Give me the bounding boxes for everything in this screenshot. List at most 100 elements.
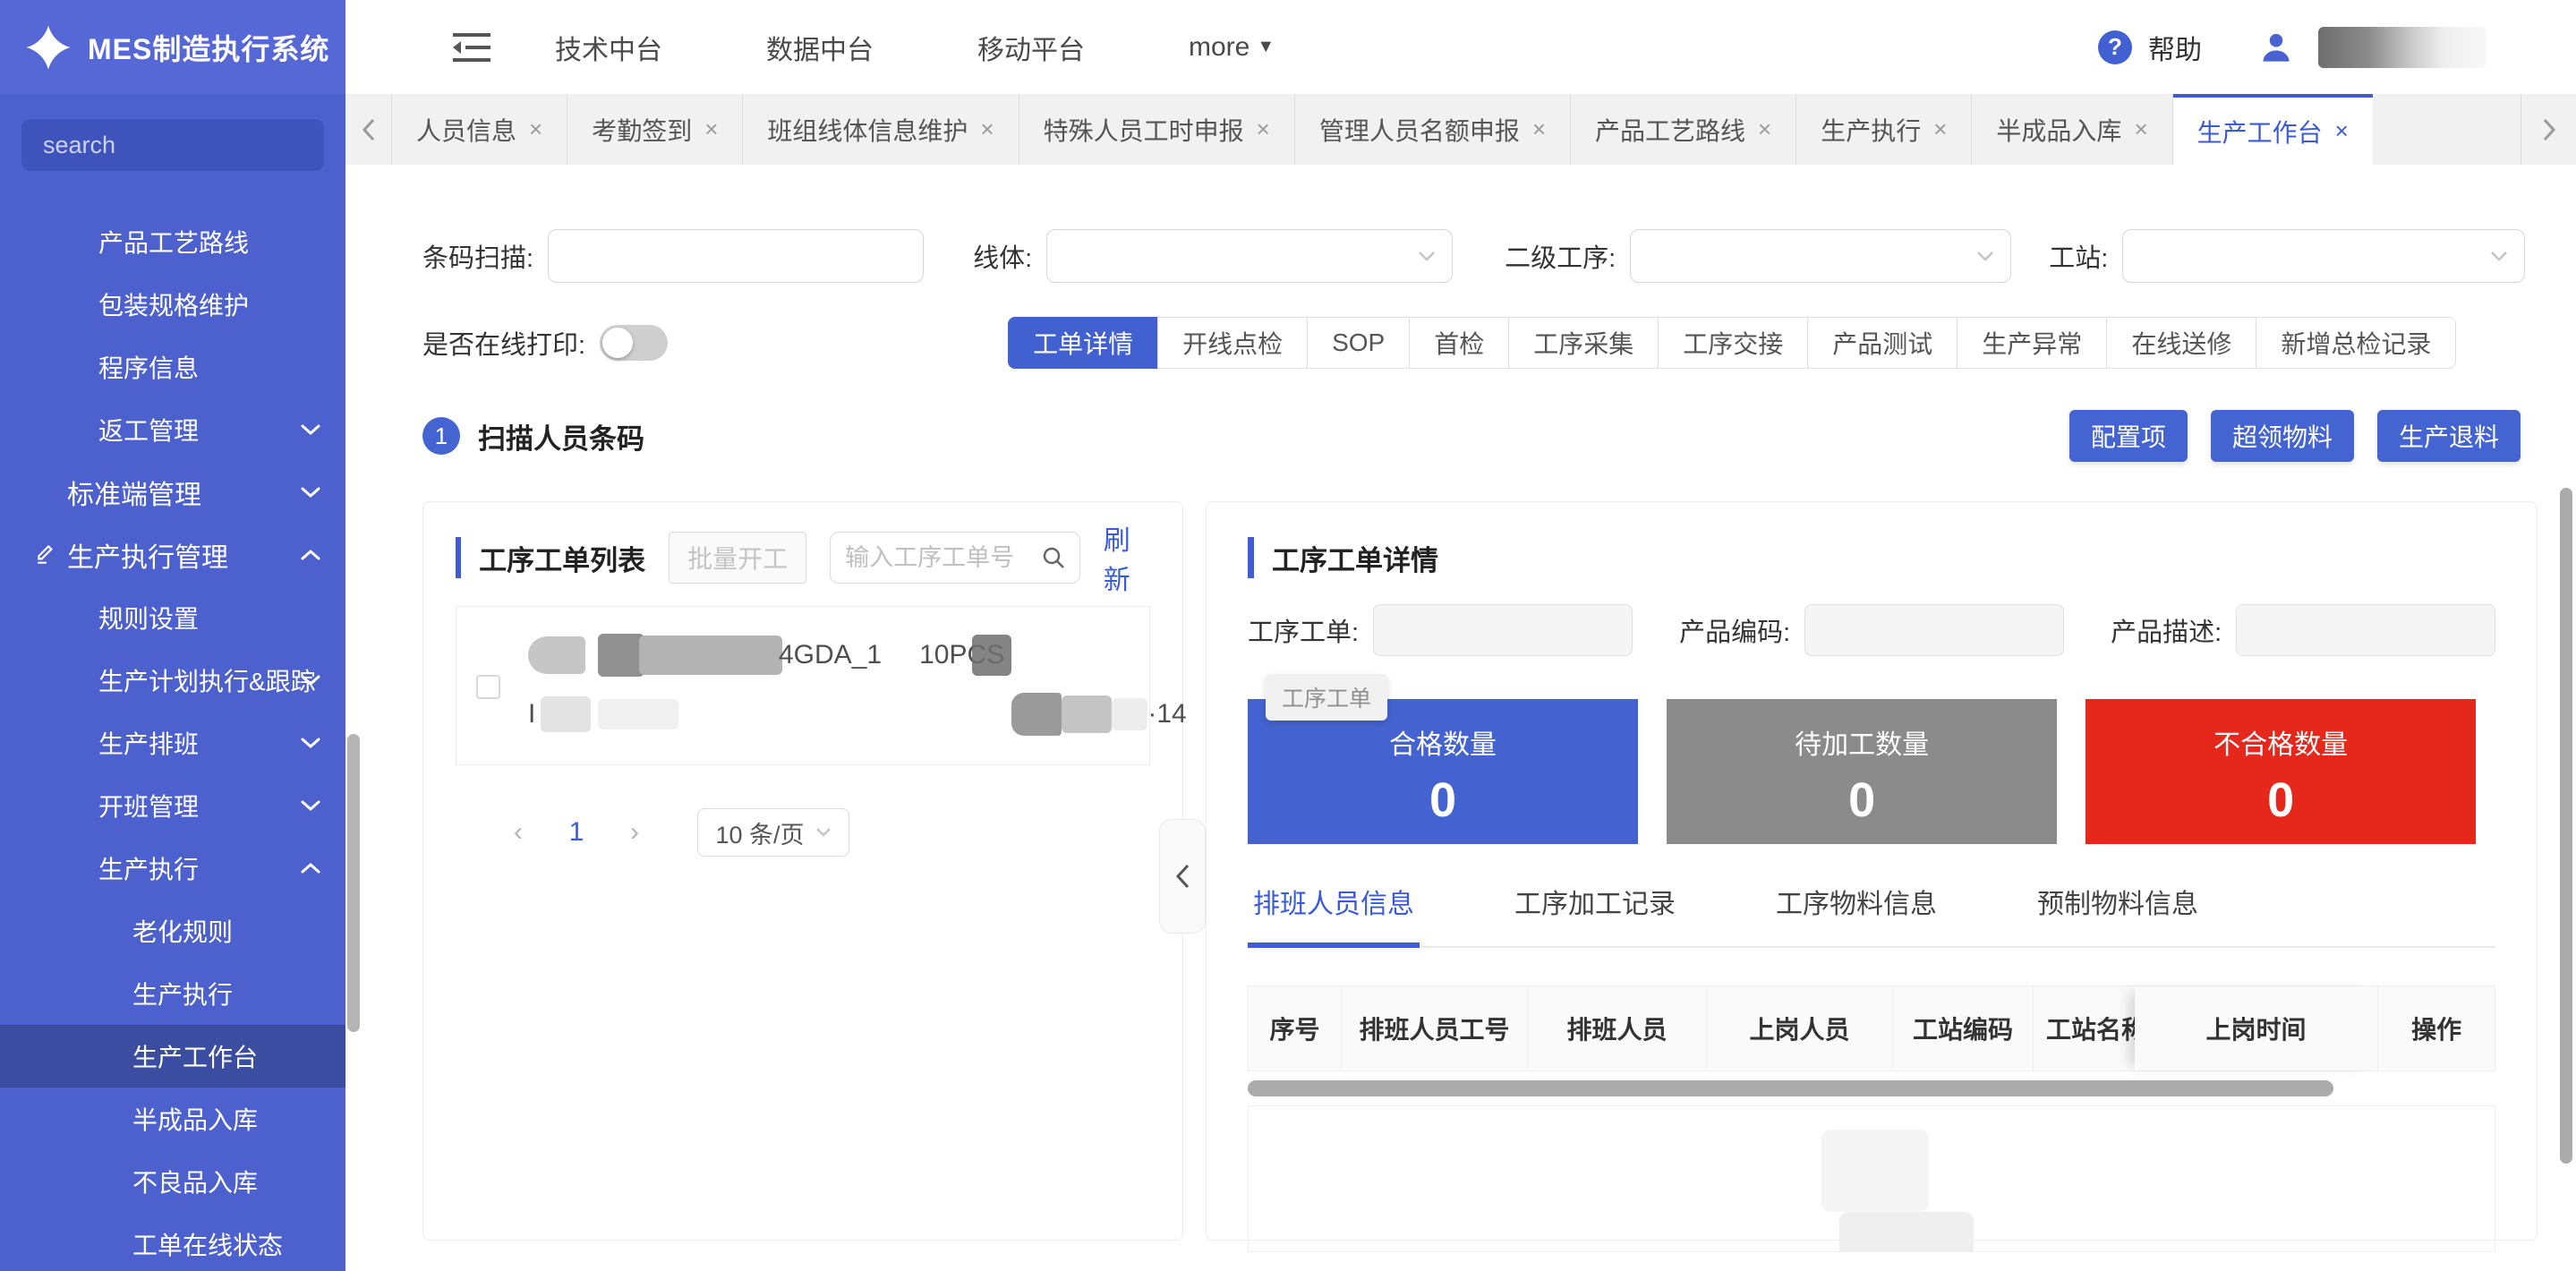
- subtab-online-repair[interactable]: 在线送修: [2106, 317, 2256, 369]
- menu-fold-icon[interactable]: [451, 30, 492, 64]
- close-icon[interactable]: ×: [1933, 115, 1947, 143]
- workorder-number-fragment: 4GDA_1: [779, 640, 882, 670]
- sidebar: MES制造执行系统 产品工艺路线 包装规格维护 程序信息 返工管理 标准端管理 …: [0, 0, 345, 1271]
- batch-start-button[interactable]: 批量开工: [669, 532, 806, 584]
- close-icon[interactable]: ×: [1758, 115, 1771, 143]
- close-icon[interactable]: ×: [1257, 115, 1270, 143]
- sidebar-item-semi-finished-inbound[interactable]: 半成品入库: [0, 1088, 345, 1150]
- workorder-row-line2[interactable]: I ·14: [528, 693, 1187, 736]
- sidebar-item-production-scheduling[interactable]: 生产排班: [0, 712, 345, 774]
- subtab-sop[interactable]: SOP: [1307, 317, 1410, 369]
- top-nav: 技术中台 数据中台 移动平台 more▼: [555, 28, 1275, 67]
- workorder-search-box: [830, 532, 1080, 584]
- tab-attendance-signin[interactable]: 考勤签到×: [567, 94, 743, 165]
- pagination-prev-button[interactable]: ‹: [491, 817, 545, 848]
- extra-material-button[interactable]: 超领物料: [2211, 410, 2354, 462]
- subtab-process-collection[interactable]: 工序采集: [1508, 317, 1659, 369]
- col-seq: 序号: [1249, 986, 1342, 1071]
- sidebar-item-production-workbench[interactable]: 生产工作台: [0, 1025, 345, 1088]
- close-icon[interactable]: ×: [980, 115, 994, 143]
- tab-product-process-route[interactable]: 产品工艺路线×: [1571, 94, 1796, 165]
- pagination-next-button[interactable]: ›: [608, 817, 661, 848]
- sidebar-item-production-execution-sub[interactable]: 生产执行: [0, 962, 345, 1025]
- sidebar-item-aging-rules[interactable]: 老化规则: [0, 900, 345, 962]
- station-select[interactable]: [2122, 229, 2525, 283]
- date-fragment: ·14: [1147, 699, 1186, 729]
- sidebar-item-plan-execution-tracking[interactable]: 生产计划执行&跟踪: [0, 649, 345, 712]
- tab-process-records[interactable]: 工序加工记录: [1509, 882, 1681, 946]
- sidebar-item-workorder-online-status[interactable]: 工单在线状态: [0, 1213, 345, 1271]
- sidebar-item-packaging-spec[interactable]: 包装规格维护: [0, 273, 345, 336]
- workorder-row-line1[interactable]: 4GDA_1 10PCS: [528, 634, 1011, 677]
- horizontal-scrollbar-thumb[interactable]: [1248, 1080, 2333, 1096]
- tab-prefab-material-info[interactable]: 预制物料信息: [2032, 882, 2204, 946]
- nav-mobile-platform[interactable]: 移动平台: [977, 28, 1085, 67]
- tab-special-worktime[interactable]: 特殊人员工时申报×: [1019, 94, 1295, 165]
- section-accent-bar: [1248, 537, 1254, 578]
- pagination-page-1[interactable]: 1: [545, 817, 608, 848]
- sidebar-item-production-execution[interactable]: 生产执行: [0, 837, 345, 900]
- panel-collapse-handle[interactable]: [1159, 819, 1206, 934]
- sidebar-scrollbar-thumb[interactable]: [347, 734, 360, 1032]
- sidebar-item-program-info[interactable]: 程序信息: [0, 336, 345, 398]
- online-print-toggle[interactable]: [600, 325, 668, 361]
- page-scrollbar-thumb[interactable]: [2560, 488, 2572, 1164]
- config-items-button[interactable]: 配置项: [2069, 410, 2188, 462]
- help-icon[interactable]: ?: [2098, 30, 2132, 64]
- sidebar-item-product-process-route[interactable]: 产品工艺路线: [0, 210, 345, 273]
- close-icon[interactable]: ×: [529, 115, 542, 143]
- chevron-down-icon: [301, 486, 320, 499]
- help-label[interactable]: 帮助: [2148, 28, 2202, 67]
- subtab-production-abnormal[interactable]: 生产异常: [1957, 317, 2107, 369]
- chevron-down-icon: [301, 737, 320, 749]
- tab-team-line-info[interactable]: 班组线体信息维护×: [743, 94, 1019, 165]
- tabs-scroll-left-button[interactable]: [345, 94, 392, 165]
- tab-personnel-info[interactable]: 人员信息×: [392, 94, 567, 165]
- tab-manager-quota[interactable]: 管理人员名额申报×: [1295, 94, 1571, 165]
- tab-semi-finished-inbound[interactable]: 半成品入库×: [1972, 94, 2172, 165]
- sidebar-item-shift-mgmt[interactable]: 开班管理: [0, 774, 345, 837]
- refresh-link[interactable]: 刷新: [1104, 518, 1150, 597]
- subtab-line-open-check[interactable]: 开线点检: [1157, 317, 1308, 369]
- subtab-process-handover[interactable]: 工序交接: [1658, 317, 1808, 369]
- user-avatar-icon[interactable]: [2259, 30, 2293, 64]
- line-select[interactable]: [1046, 229, 1453, 283]
- nav-data-platform[interactable]: 数据中台: [766, 28, 874, 67]
- sidebar-item-defective-inbound[interactable]: 不良品入库: [0, 1150, 345, 1213]
- sidebar-item-rework-mgmt[interactable]: 返工管理: [0, 398, 345, 461]
- sidebar-item-rule-settings[interactable]: 规则设置: [0, 586, 345, 649]
- production-return-button[interactable]: 生产退料: [2377, 410, 2521, 462]
- subtab-product-test[interactable]: 产品测试: [1807, 317, 1958, 369]
- logo-row: MES制造执行系统: [0, 0, 345, 94]
- nav-more-menu[interactable]: more▼: [1189, 28, 1275, 67]
- sidebar-item-production-execution-mgmt[interactable]: 生产执行管理: [0, 524, 345, 586]
- close-icon[interactable]: ×: [704, 115, 718, 143]
- search-icon[interactable]: [1042, 546, 1065, 569]
- close-icon[interactable]: ×: [2335, 117, 2349, 145]
- close-icon[interactable]: ×: [2134, 115, 2147, 143]
- quantity-stats-row: 合格数量 0 待加工数量 0 不合格数量 0: [1248, 699, 2495, 844]
- subtab-first-inspection[interactable]: 首检: [1409, 317, 1509, 369]
- username-redacted[interactable]: [2318, 27, 2486, 68]
- tab-shift-personnel-info[interactable]: 排班人员信息: [1248, 882, 1420, 948]
- personnel-table-header: 序号 排班人员工号 排班人员 上岗人员 工站编码 工站名称 上岗时间 操作: [1248, 985, 2495, 1071]
- tab-production-workbench[interactable]: 生产工作台×: [2173, 94, 2373, 165]
- open-tabs-bar: 人员信息× 考勤签到× 班组线体信息维护× 特殊人员工时申报× 管理人员名额申报…: [345, 94, 2576, 165]
- sidebar-search-input[interactable]: [21, 119, 324, 171]
- sidebar-item-standard-terminal-mgmt[interactable]: 标准端管理: [0, 461, 345, 524]
- nav-tech-platform[interactable]: 技术中台: [555, 28, 662, 67]
- barcode-scan-input[interactable]: [548, 229, 924, 283]
- action-buttons: 配置项 超领物料 生产退料: [2069, 410, 2521, 462]
- page-size-select[interactable]: 10 条/页: [697, 808, 849, 857]
- tab-production-execution[interactable]: 生产执行×: [1796, 94, 1972, 165]
- workorder-checkbox[interactable]: [476, 675, 500, 699]
- redacted-blob: [1011, 693, 1062, 736]
- close-icon[interactable]: ×: [1532, 115, 1546, 143]
- tab-process-material-info[interactable]: 工序物料信息: [1770, 882, 1942, 946]
- product-desc-label: 产品描述:: [2111, 611, 2222, 649]
- subtab-workorder-detail[interactable]: 工单详情: [1008, 317, 1158, 369]
- secondary-process-select[interactable]: [1630, 229, 2011, 283]
- tabs-scroll-right-button[interactable]: [2521, 94, 2576, 165]
- workorder-search-input[interactable]: [845, 544, 1042, 572]
- subtab-add-final-inspection[interactable]: 新增总检记录: [2256, 317, 2456, 369]
